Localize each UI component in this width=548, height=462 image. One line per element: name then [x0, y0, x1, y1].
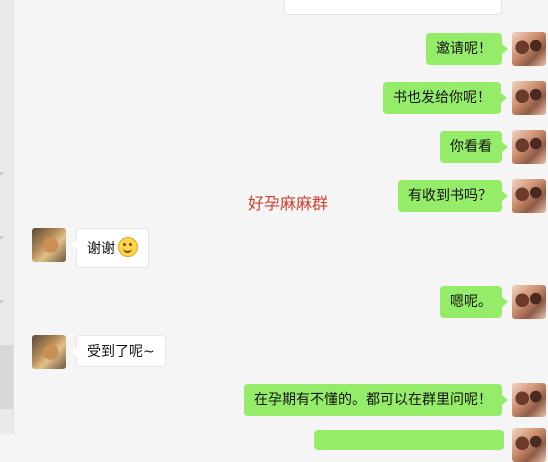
group-name-watermark: 好孕麻麻群: [248, 194, 329, 213]
selected-conversation-edge[interactable]: [0, 345, 13, 409]
my-avatar[interactable]: [512, 32, 546, 66]
my-avatar[interactable]: [512, 179, 546, 213]
strip-marker: [0, 236, 3, 239]
message-text: 有收到书吗？: [408, 188, 492, 204]
contact-avatar[interactable]: [32, 335, 66, 369]
my-avatar[interactable]: [512, 130, 546, 164]
strip-marker: [0, 172, 3, 175]
my-avatar[interactable]: [512, 383, 546, 417]
previous-message-card[interactable]: [284, 0, 502, 15]
message-text: 邀请呢！: [436, 41, 492, 57]
smile-emoji-icon: [118, 237, 138, 257]
my-avatar[interactable]: [512, 428, 546, 462]
conversation-list-strip[interactable]: [0, 0, 14, 434]
my-avatar[interactable]: [512, 285, 546, 319]
message-bubble-outgoing[interactable]: 有收到书吗？: [398, 180, 508, 212]
message-bubble-incoming[interactable]: 谢谢: [71, 228, 149, 268]
message-text: 受到了呢~: [87, 344, 155, 360]
message-text: 你看看: [450, 139, 492, 155]
contact-avatar[interactable]: [32, 228, 66, 262]
message-text: 在孕期有不懂的。都可以在群里问呢！: [254, 392, 492, 408]
message-text: 谢谢: [87, 241, 115, 257]
message-bubble-outgoing[interactable]: 邀请呢！: [426, 33, 508, 65]
strip-marker: [0, 300, 3, 303]
message-bubble-outgoing[interactable]: 嗯呢。: [440, 286, 508, 318]
message-bubble-incoming[interactable]: 受到了呢~: [71, 335, 166, 367]
message-bubble-outgoing-partial[interactable]: [314, 430, 504, 450]
message-bubble-outgoing[interactable]: 书也发给你呢！: [383, 82, 507, 114]
message-text: 书也发给你呢！: [393, 90, 491, 106]
message-bubble-outgoing[interactable]: 在孕期有不懂的。都可以在群里问呢！: [244, 384, 508, 416]
message-bubble-outgoing[interactable]: 你看看: [440, 131, 508, 163]
my-avatar[interactable]: [512, 81, 546, 115]
message-text: 嗯呢。: [450, 294, 492, 310]
